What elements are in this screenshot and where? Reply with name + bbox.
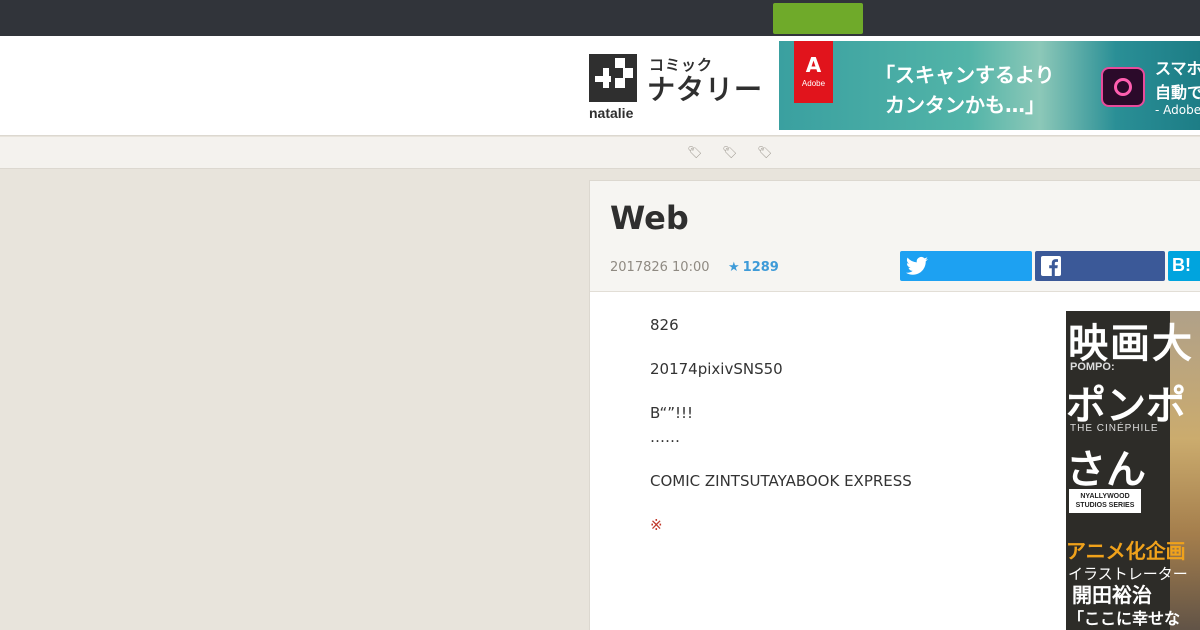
favorite-count[interactable]: ★ 1289 xyxy=(728,260,779,275)
adobe-label: Adobe xyxy=(801,79,826,88)
cover-badge: NYALLYWOOD STUDIOS SERIES xyxy=(1069,489,1141,513)
article-paragraph: COMIC ZINTSUTAYABOOK EXPRESS xyxy=(650,472,912,490)
ad-banner[interactable]: A Adobe 「スキャンするより カンタンかも…」 スマホ 自動で - Ado… xyxy=(779,41,1200,130)
twitter-icon xyxy=(906,256,928,275)
top-bar xyxy=(0,0,1200,36)
cover-illustrator-name: 開田裕治 xyxy=(1072,583,1152,607)
hatena-bookmark-button[interactable]: B! xyxy=(1168,251,1200,281)
tag-icon[interactable]: 🏷 xyxy=(722,145,737,159)
article-note: ※ xyxy=(650,516,663,534)
hatena-label: B! xyxy=(1172,255,1191,275)
tag-bar: 🏷 🏷 🏷 xyxy=(0,137,1200,169)
article-body: 826 20174pixivSNS50 B“”!!! …… COMIC ZINT… xyxy=(650,313,1050,557)
site-logo[interactable]: コミック ナタリー natalie xyxy=(589,54,762,124)
ad-headline-2: カンタンかも…」 xyxy=(885,93,1045,117)
book-cover-image[interactable]: 映画大 POMPO: ポンポ THE CINÉPHILE さん NYALLYWO… xyxy=(1066,311,1200,630)
logo-wordmark: natalie xyxy=(589,105,634,121)
cover-anime-text: アニメ化企画 xyxy=(1066,539,1186,563)
article: Web 2017826 10:00 ★ 1289 B! 826 20174pixi… xyxy=(589,180,1200,630)
scan-app-icon xyxy=(1101,67,1145,107)
article-header: Web 2017826 10:00 ★ 1289 B! xyxy=(590,181,1200,292)
article-date: 2017826 10:00 xyxy=(610,260,710,275)
site-header: コミック ナタリー natalie A Adobe 「スキャンするより カンタン… xyxy=(0,36,1200,136)
ad-side-3: - Adobe xyxy=(1155,103,1200,117)
article-paragraph: 20174pixivSNS50 xyxy=(650,360,783,378)
star-icon: ★ xyxy=(728,260,740,275)
ad-side-2: 自動で xyxy=(1155,83,1200,102)
facebook-icon xyxy=(1041,256,1061,276)
favorite-count-value: 1289 xyxy=(742,260,779,275)
adobe-logo-icon: A Adobe xyxy=(794,41,833,103)
facebook-share-button[interactable] xyxy=(1035,251,1165,281)
logo-brand: ナタリー xyxy=(647,73,764,106)
tag-icon[interactable]: 🏷 xyxy=(687,145,702,159)
cover-english-title: THE CINÉPHILE xyxy=(1070,423,1159,434)
article-paragraph: 826 xyxy=(650,316,679,334)
green-button[interactable] xyxy=(773,3,863,34)
cover-subtitle: POMPO: xyxy=(1070,361,1115,373)
ad-headline-1: 「スキャンするより xyxy=(875,63,1055,87)
article-paragraph: …… xyxy=(650,428,680,446)
article-paragraph: B“”!!! xyxy=(650,404,694,422)
ad-side-1: スマホ xyxy=(1155,59,1200,78)
tag-icon[interactable]: 🏷 xyxy=(757,145,772,159)
cover-title-3: さん xyxy=(1066,447,1146,493)
article-title: Web xyxy=(610,199,689,237)
twitter-share-button[interactable] xyxy=(900,251,1032,281)
natalie-logo-icon xyxy=(589,54,637,102)
cover-quote: 「ここに幸せな xyxy=(1068,609,1181,628)
